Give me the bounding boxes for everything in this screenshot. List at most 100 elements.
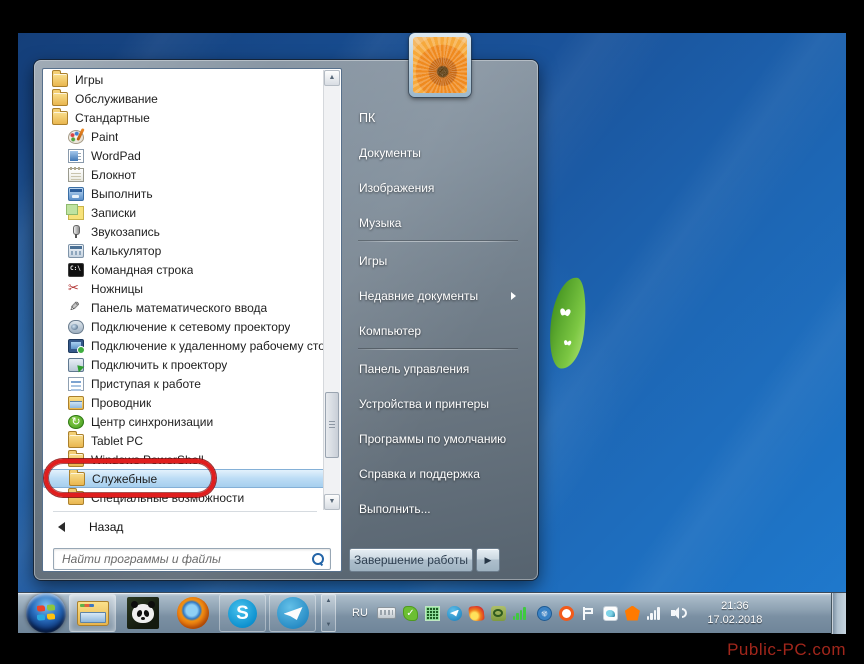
orange-ring-tray-icon[interactable] [558, 605, 574, 621]
show-desktop-button[interactable] [831, 592, 846, 634]
start-button[interactable] [26, 593, 66, 633]
right-item-documents[interactable]: Документы [346, 135, 530, 170]
right-item-default-programs[interactable]: Программы по умолчанию [346, 421, 530, 456]
search-box[interactable] [53, 548, 331, 570]
taskbar-explorer-button[interactable] [69, 594, 116, 632]
keyboard-icon[interactable] [376, 607, 396, 619]
getting-started-icon [68, 376, 84, 391]
right-item-run[interactable]: Выполнить... [346, 491, 530, 526]
menu-item-sticky-notes[interactable]: Записки [43, 203, 325, 222]
taskbar: ▲ ▼ RU 21:36 17.02.2018 [18, 592, 846, 634]
menu-item-sync-center[interactable]: Центр синхронизации [43, 412, 325, 431]
camera-shutter-tray-icon[interactable] [536, 605, 552, 621]
right-item-label: Документы [359, 145, 421, 160]
menu-item-accessories-folder[interactable]: Стандартные [43, 108, 325, 127]
nvidia-tray-icon[interactable] [490, 605, 506, 621]
start-menu: Игры Обслуживание Стандартные Paint Word… [34, 60, 538, 580]
language-indicator[interactable]: RU [350, 607, 370, 619]
back-button[interactable]: Назад [44, 516, 325, 538]
panda-icon [126, 597, 159, 629]
user-avatar[interactable] [409, 33, 471, 97]
taskbar-skype-button[interactable] [219, 594, 266, 632]
menu-item-sound-recorder[interactable]: Звукозапись [43, 222, 325, 241]
action-center-flag-icon[interactable] [581, 606, 596, 621]
taskbar-panda-app-button[interactable] [119, 594, 166, 632]
right-item-recent-documents[interactable]: Недавние документы [346, 278, 530, 313]
right-item-label: Музыка [359, 215, 402, 230]
scrollbar-down-button[interactable]: ▼ [324, 494, 340, 510]
avast-tray-icon[interactable] [624, 605, 640, 621]
menu-item-paint[interactable]: Paint [43, 127, 325, 146]
network-signal-white-icon[interactable] [646, 606, 664, 620]
right-item-devices-printers[interactable]: Устройства и принтеры [346, 386, 530, 421]
menu-item-label: Звукозапись [91, 224, 160, 239]
submenu-arrow-icon [511, 291, 520, 300]
right-item-label: Игры [359, 253, 388, 268]
menu-item-label: Центр синхронизации [91, 414, 214, 429]
menu-item-tablet-pc-folder[interactable]: Tablet PC [43, 431, 325, 450]
right-item-music[interactable]: Музыка [346, 205, 530, 240]
taskbar-telegram-button[interactable] [269, 594, 316, 632]
right-panel-divider [358, 240, 518, 243]
right-item-computer[interactable]: Компьютер [346, 313, 530, 348]
butterfly-icon [560, 308, 571, 317]
sticky-notes-icon [66, 203, 84, 220]
right-item-label: Панель управления [359, 361, 470, 376]
wordpad-icon [68, 148, 84, 163]
right-item-pictures[interactable]: Изображения [346, 170, 530, 205]
flame-tray-icon[interactable] [468, 604, 485, 622]
scrollbar-thumb[interactable] [325, 392, 339, 458]
scrollbar[interactable]: ▲ ▼ [323, 70, 340, 510]
scroll-up-icon[interactable]: ▲ [326, 598, 332, 604]
menu-item-label: Подключить к проектору [91, 357, 228, 372]
menu-item-run[interactable]: Выполнить [43, 184, 325, 203]
clock-time: 21:36 [721, 600, 749, 612]
menu-item-connect-projector[interactable]: Подключить к проектору [43, 355, 325, 374]
explorer-icon [76, 600, 109, 626]
sound-recorder-icon [68, 224, 84, 239]
menu-item-command-prompt[interactable]: Командная строка [43, 260, 325, 279]
taskbar-firefox-button[interactable] [169, 594, 216, 632]
right-panel-divider [358, 348, 518, 351]
bird-tray-icon[interactable] [602, 605, 618, 621]
search-input[interactable] [60, 551, 310, 567]
shutdown-options-button[interactable]: ▶ [476, 548, 500, 572]
taskbar-clock[interactable]: 21:36 17.02.2018 [700, 599, 770, 627]
antivirus-check-tray-icon[interactable] [402, 605, 418, 621]
back-label: Назад [89, 520, 124, 534]
taskbar-scroller[interactable]: ▲ ▼ [321, 594, 336, 632]
scroll-down-icon[interactable]: ▼ [326, 622, 332, 628]
menu-item-wordpad[interactable]: WordPad [43, 146, 325, 165]
menu-item-games-folder[interactable]: Игры [43, 70, 325, 89]
menu-item-calculator[interactable]: Калькулятор [43, 241, 325, 260]
math-input-icon [68, 301, 84, 315]
search-icon [310, 552, 324, 566]
watermark: Public-PC.com [727, 640, 846, 659]
network-signal-green-icon[interactable] [512, 606, 530, 620]
menu-item-remote-desktop[interactable]: Подключение к удаленному рабочему стол [43, 336, 325, 355]
menu-item-snipping-tool[interactable]: Ножницы [43, 279, 325, 298]
shutdown-button[interactable]: Завершение работы [349, 548, 473, 572]
annotation-red-oval [44, 459, 216, 497]
right-item-games[interactable]: Игры [346, 243, 530, 278]
folder-icon [52, 108, 68, 125]
right-item-label: Выполнить... [359, 501, 431, 516]
menu-item-math-input-panel[interactable]: Панель математического ввода [43, 298, 325, 317]
menu-item-label: Обслуживание [75, 91, 158, 106]
green-grid-tray-icon[interactable] [424, 605, 440, 621]
menu-item-label: Приступая к работе [91, 376, 201, 391]
right-item-help-support[interactable]: Справка и поддержка [346, 456, 530, 491]
menu-item-notepad[interactable]: Блокнот [43, 165, 325, 184]
snipping-tool-icon [68, 281, 84, 296]
scrollbar-up-button[interactable]: ▲ [324, 70, 340, 86]
right-item-user[interactable]: ПК [346, 100, 530, 135]
right-item-control-panel[interactable]: Панель управления [346, 351, 530, 386]
menu-item-getting-started[interactable]: Приступая к работе [43, 374, 325, 393]
volume-icon[interactable] [670, 606, 688, 621]
telegram-tray-icon[interactable] [446, 605, 462, 621]
menu-item-network-projector[interactable]: Подключение к сетевому проектору [43, 317, 325, 336]
menu-item-explorer[interactable]: Проводник [43, 393, 325, 412]
menu-item-maintenance-folder[interactable]: Обслуживание [43, 89, 325, 108]
right-item-label: Программы по умолчанию [359, 431, 507, 446]
command-prompt-icon [68, 262, 84, 277]
